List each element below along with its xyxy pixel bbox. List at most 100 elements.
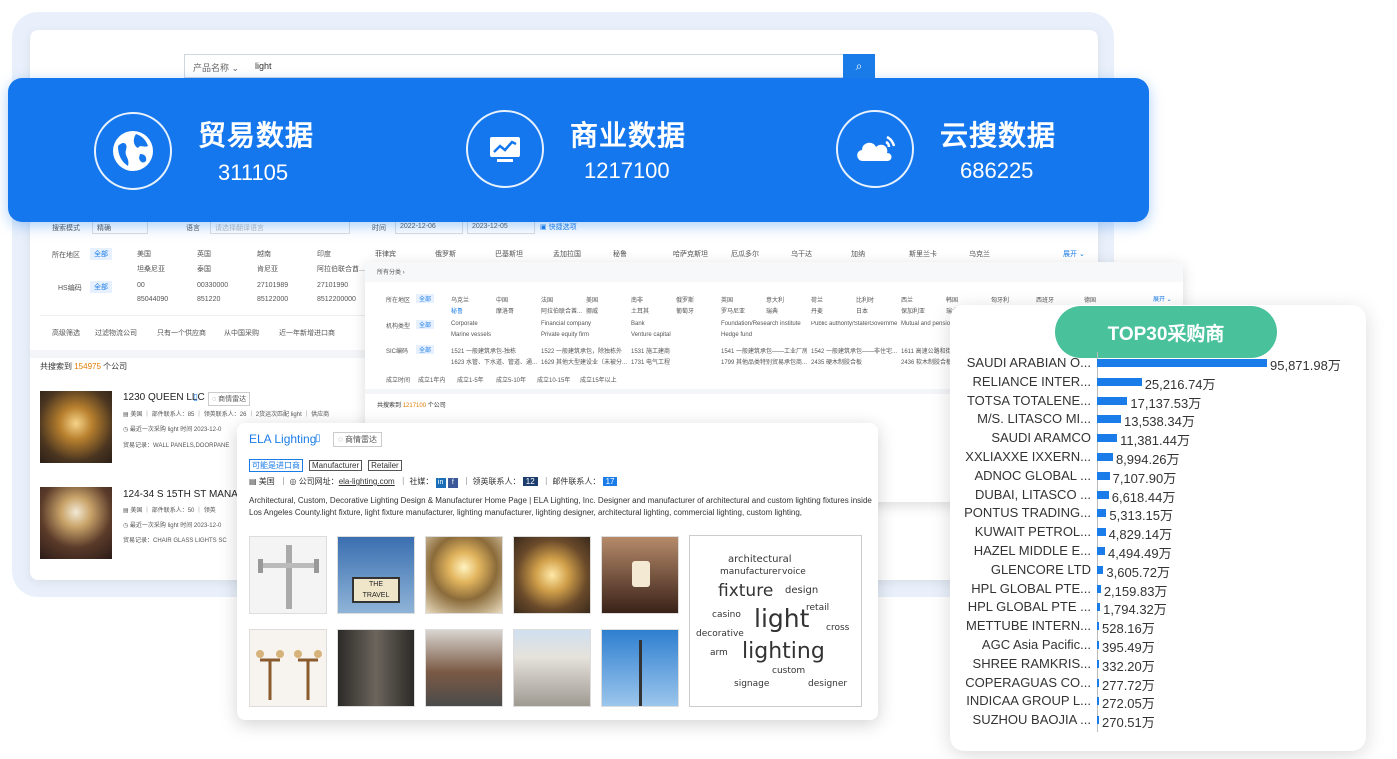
org-type-item[interactable]: Hedge fund [721,332,752,338]
sic-item[interactable]: 1542 一般建筑承包——非住宅... [811,346,897,355]
linkedin-contacts-count[interactable]: 12 [522,477,538,486]
mid-region-item[interactable]: 美国 [586,295,598,304]
search-input[interactable]: light [255,61,272,71]
website-link[interactable]: ela-lighting.com [339,477,395,486]
org-type-item[interactable]: Private equity firm [541,332,589,338]
radar-button[interactable]: ◌ 商情雷达 [333,432,382,447]
mid-region-item[interactable]: 保加利亚 [901,306,925,315]
advanced-option[interactable]: 过滤物流公司 [95,328,137,338]
advanced-option[interactable]: 从中国采购 [224,328,259,338]
facebook-icon[interactable]: f [447,478,458,488]
bar[interactable] [1097,641,1099,649]
bar[interactable] [1097,678,1099,687]
org-type-item[interactable]: Foundation/Research institute [721,321,801,327]
mail-contacts-count[interactable]: 17 [602,477,618,486]
region-item[interactable]: 加纳 [851,249,865,259]
quick-option-button[interactable]: ▣ 快捷选项 [540,222,577,232]
region-item[interactable]: 孟加拉国 [553,249,581,259]
region-item[interactable]: 越南 [257,249,271,259]
org-type-item[interactable]: Mutual and pension [901,321,953,327]
sic-item[interactable]: 1731 电气工程 [631,357,717,366]
date-from-input[interactable]: 2022-12-06 [395,220,463,234]
company-name[interactable]: ELA Lighting [249,432,316,446]
bar[interactable] [1097,584,1101,593]
org-type-all[interactable]: 全部 [416,320,435,329]
org-type-item[interactable]: Financial company [541,321,591,327]
mid-region-item[interactable]: 阿拉伯联合酋... [541,306,582,315]
product-image[interactable] [513,536,591,614]
bar[interactable] [1097,434,1118,443]
bar[interactable] [1097,471,1110,480]
mid-region-item[interactable]: 西班牙 [1036,295,1054,304]
search-bar[interactable]: 产品名称 ⌄ light ⌕ [184,54,875,78]
bar[interactable] [1097,415,1121,424]
sic-item[interactable]: 1799 其他品类特别贸易承包商... [721,357,807,366]
region-all-chip[interactable]: 全部 [90,248,112,260]
bar[interactable] [1097,697,1099,706]
hs-all-chip[interactable]: 全部 [90,281,112,293]
region-item[interactable]: 阿拉伯联合酋... [317,264,365,274]
bar[interactable] [1097,396,1128,405]
hs-code-item[interactable]: 8512200000 [317,296,356,303]
mid-region-item[interactable]: 比利时 [856,295,874,304]
mid-region-item[interactable]: 丹麦 [811,306,823,315]
mid-region-item[interactable]: 西兰 [901,295,913,304]
sic-all[interactable]: 全部 [416,345,435,354]
mid-region-item[interactable]: 法国 [541,295,553,304]
mid-region-item[interactable]: 中国 [496,295,508,304]
product-image[interactable] [249,536,327,614]
date-to-input[interactable]: 2023-12-05 [467,220,535,234]
age-option[interactable]: 成立5-10年 [496,375,526,384]
product-image[interactable] [337,629,415,707]
sic-item[interactable]: 1629 其他大型建设业（未被分... [541,357,627,366]
age-option[interactable]: 成立1年内 [418,375,445,384]
sic-item[interactable]: 1521 一般建筑承包-独栋 [451,346,537,355]
mid-region-item[interactable]: 瑞典 [766,306,778,315]
region-item[interactable]: 乌克兰 [969,249,990,259]
region-item[interactable]: 厄瓜多尔 [731,249,759,259]
mid-region-item[interactable]: 秘鲁 [451,306,463,315]
sic-item[interactable]: 1522 一般建筑承包，除独栋外 [541,346,627,355]
mid-expand-button[interactable]: 展开 ⌄ [1153,294,1172,303]
mid-region-item[interactable]: 挪威 [586,306,598,315]
product-image[interactable] [425,536,503,614]
mid-region-item[interactable]: 匈牙利 [991,295,1009,304]
bar[interactable] [1097,377,1142,386]
mid-region-item[interactable]: 南非 [631,295,643,304]
hs-code-item[interactable]: 00 [137,282,145,289]
bar[interactable] [1097,565,1104,574]
mid-region-item[interactable]: 葡萄牙 [676,306,694,315]
sic-item[interactable]: 1623 水管、下水道、管道、通... [451,357,537,366]
region-item[interactable]: 斯里兰卡 [909,249,937,259]
mid-region-item[interactable]: 乌克兰 [451,295,469,304]
mid-region-item[interactable]: 荷兰 [811,295,823,304]
breadcrumb[interactable]: 所有分类 › [377,267,405,276]
mid-region-item[interactable]: 日本 [856,306,868,315]
age-option[interactable]: 成立15年以上 [580,375,617,384]
mid-region-item[interactable]: 摩洛哥 [496,306,514,315]
product-image[interactable]: THE TRAVEL [337,536,415,614]
copy-icon[interactable]: ▯ [315,433,321,444]
expand-button[interactable]: 展开 ⌄ [1063,249,1085,259]
mid-region-item[interactable]: 德国 [1084,295,1096,304]
mid-region-item[interactable]: 俄罗斯 [676,295,694,304]
bar[interactable] [1097,509,1107,518]
hs-code-item[interactable]: 85044090 [137,296,168,303]
bar[interactable] [1097,453,1113,461]
org-type-item[interactable]: Public authority/State/Government... [811,321,897,327]
mid-region-item[interactable]: 土耳其 [631,306,649,315]
search-category-select[interactable]: 产品名称 ⌄ [193,61,239,74]
sic-item[interactable]: 1531 施工建商 [631,346,717,355]
sic-item[interactable]: 1611 高速公路和街道建设 [901,346,951,355]
org-type-item[interactable]: Bank [631,321,645,327]
bar[interactable] [1097,359,1267,367]
product-image[interactable] [601,536,679,614]
product-image[interactable] [425,629,503,707]
language-select[interactable]: 请选择翻译语言 [210,220,350,234]
region-item[interactable]: 英国 [197,249,211,259]
bar[interactable] [1097,622,1099,631]
search-button[interactable]: ⌕ [843,54,875,78]
bar[interactable] [1097,547,1105,555]
product-image[interactable] [513,629,591,707]
product-image[interactable] [601,629,679,707]
